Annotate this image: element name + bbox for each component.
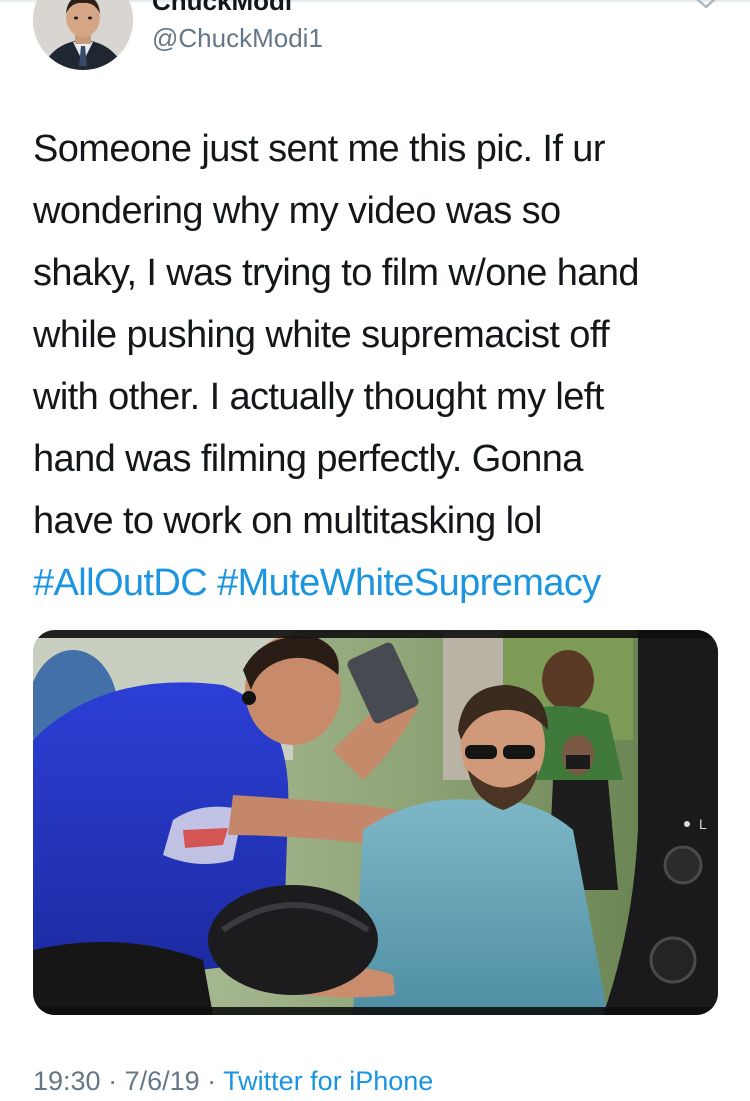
tweet-meta: 19:30 · 7/6/19 · Twitter for iPhone [33, 1066, 433, 1097]
tweet-date[interactable]: 7/6/19 [125, 1066, 200, 1096]
camera-label: L [699, 816, 707, 832]
avatar-image [33, 0, 133, 70]
avatar[interactable] [33, 0, 133, 70]
tweet-text-line: have to work on multitasking lol [33, 500, 542, 542]
tweet-photo[interactable]: L [33, 630, 718, 1015]
hashtag-link[interactable]: #AllOutDC [33, 562, 208, 604]
tweet-text-line: wondering why my video was so [33, 190, 561, 232]
tweet-text-line: while pushing white supremacist off [33, 314, 610, 356]
chevron-down-icon[interactable] [692, 0, 720, 16]
tweet-text-line: shaky, I was trying to film w/one hand [33, 252, 639, 294]
meta-separator: · [199, 1066, 224, 1096]
meta-separator: · [100, 1066, 125, 1096]
tweet-text: Someone just sent me this pic. If ur won… [33, 118, 723, 614]
tweet-source-link[interactable]: Twitter for iPhone [223, 1066, 433, 1096]
tweet-text-line: with other. I actually thought my left [33, 376, 604, 418]
photo-image: L [33, 630, 718, 1015]
hashtag-line: #AllOutDC #MuteWhiteSupremacy [33, 552, 723, 614]
tweet-text-line: Someone just sent me this pic. If ur [33, 128, 605, 170]
user-handle[interactable]: @ChuckModi1 [152, 23, 323, 54]
tweet-time[interactable]: 19:30 [33, 1066, 101, 1096]
display-name[interactable]: ChuckModi [152, 0, 292, 17]
tweet-text-line: hand was filming perfectly. Gonna [33, 438, 583, 480]
hashtag-link[interactable]: #MuteWhiteSupremacy [217, 562, 601, 604]
